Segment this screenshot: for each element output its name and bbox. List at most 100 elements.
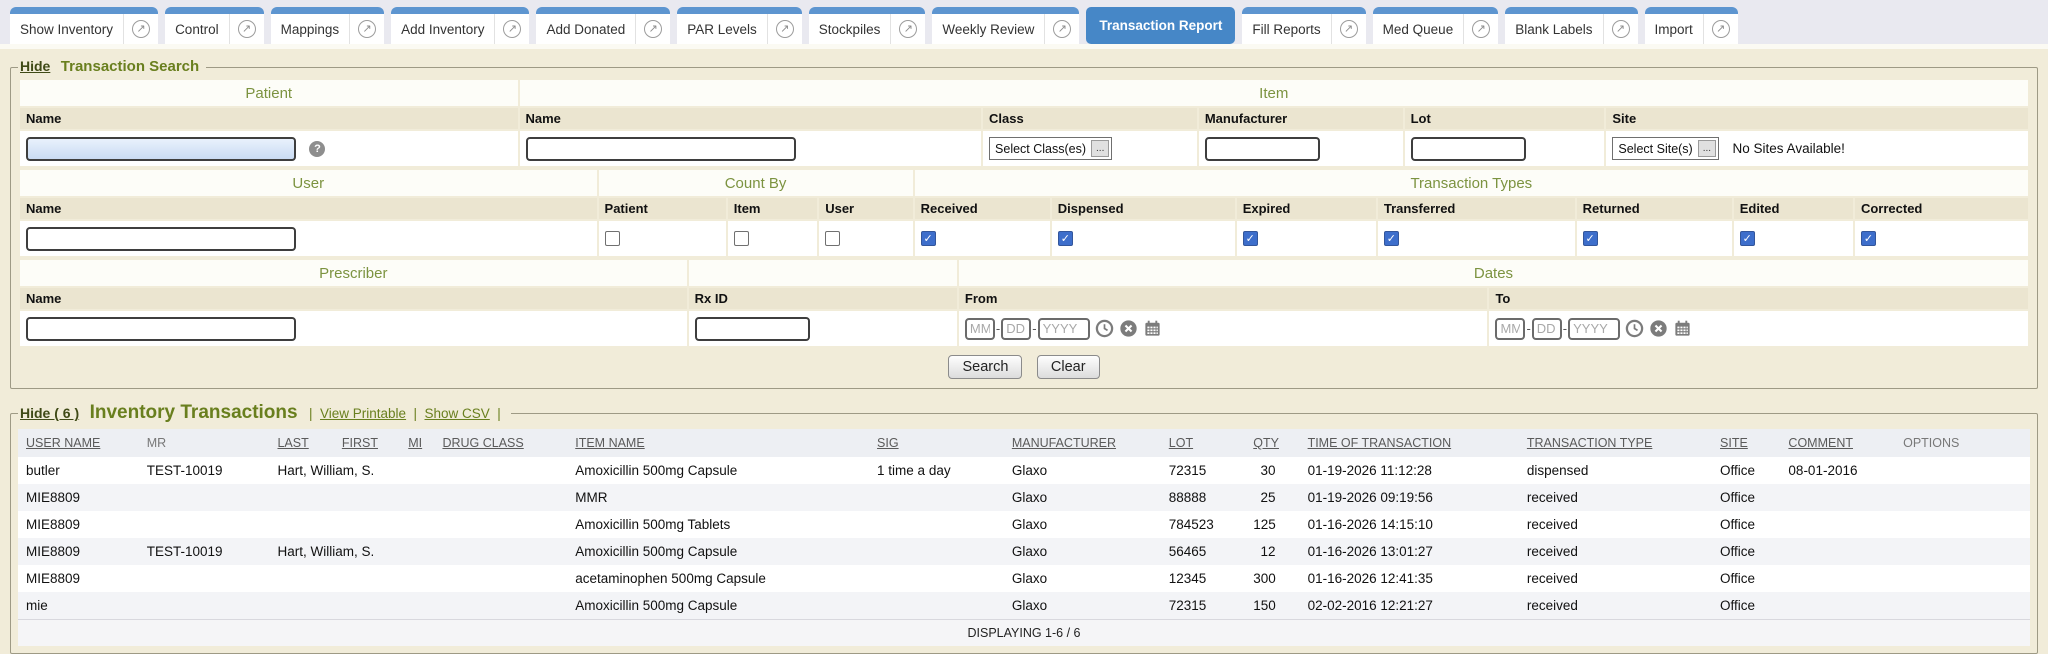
item-name-input[interactable] — [526, 137, 796, 161]
help-icon[interactable]: ? — [309, 141, 325, 157]
prescriber-name-input[interactable] — [26, 317, 296, 341]
open-in-new-window-button[interactable]: ↗ — [1044, 14, 1079, 44]
tab-add-inventory[interactable]: Add Inventory↗ — [391, 7, 529, 44]
type-dispensed-checkbox[interactable]: ✓ — [1058, 231, 1073, 246]
tab-weekly-review[interactable]: Weekly Review ↗ — [932, 7, 1079, 44]
column-header-mi[interactable]: MI — [400, 429, 434, 457]
count-by-item-checkbox[interactable] — [734, 231, 749, 246]
to-clear-date-icon[interactable] — [1649, 319, 1668, 338]
cell-time-of-transaction: 01-16-2026 14:15:10 — [1300, 511, 1519, 538]
open-in-new-window-button[interactable]: ↗ — [494, 14, 529, 44]
cell-time-of-transaction: 02-02-2016 12:21:27 — [1300, 592, 1519, 620]
rx-id-input[interactable] — [695, 317, 810, 341]
select-classes-browse-button[interactable]: ... — [1091, 140, 1109, 157]
cell-manufacturer: Glaxo — [1004, 511, 1161, 538]
count-by-user-checkbox[interactable] — [825, 231, 840, 246]
arrow-up-right-icon: ↗ — [1472, 20, 1490, 38]
cell-qty: 300 — [1245, 565, 1299, 592]
column-header-first[interactable]: FIRST — [334, 429, 400, 457]
from-month-input[interactable] — [965, 318, 995, 340]
from-calendar-icon[interactable] — [1143, 319, 1162, 338]
tab-stockpiles[interactable]: Stockpiles↗ — [809, 7, 926, 44]
patient-item-grid: Patient Item Name Name Class Manufacture… — [18, 78, 2030, 168]
open-in-new-window-button[interactable]: ↗ — [635, 14, 670, 44]
search-button[interactable]: Search — [948, 355, 1022, 379]
column-header-lot[interactable]: LOT — [1161, 429, 1246, 457]
column-header-sig[interactable]: SIG — [869, 429, 1004, 457]
column-header-site[interactable]: SITE — [1712, 429, 1780, 457]
cell-item-name: MMR — [567, 484, 869, 511]
tab-med-queue[interactable]: Med Queue↗ — [1373, 7, 1499, 44]
open-in-new-window-button[interactable]: ↗ — [1463, 14, 1498, 44]
type-expired-checkbox[interactable]: ✓ — [1243, 231, 1258, 246]
cell-manufacturer: Glaxo — [1004, 565, 1161, 592]
column-header-label: DRUG CLASS — [442, 436, 523, 450]
tab-label: Weekly Review — [932, 22, 1044, 37]
show-csv-link[interactable]: Show CSV — [425, 406, 490, 421]
lot-input[interactable] — [1411, 137, 1526, 161]
manufacturer-input[interactable] — [1205, 137, 1320, 161]
tab-body: Blank Labels↗ — [1505, 14, 1637, 44]
column-header-label: SITE — [1720, 436, 1748, 450]
select-sites-control[interactable]: Select Site(s) ... — [1612, 137, 1719, 160]
from-year-input[interactable] — [1038, 318, 1090, 340]
from-time-icon[interactable] — [1095, 319, 1114, 338]
type-transferred-checkbox[interactable]: ✓ — [1384, 231, 1399, 246]
tab-transaction-report[interactable]: Transaction Report — [1086, 7, 1235, 44]
from-day-input[interactable] — [1001, 318, 1031, 340]
view-printable-link[interactable]: View Printable — [320, 406, 406, 421]
select-sites-browse-button[interactable]: ... — [1698, 140, 1716, 157]
to-time-icon[interactable] — [1625, 319, 1644, 338]
open-in-new-window-button[interactable]: ↗ — [767, 14, 802, 44]
column-header-time-of-transaction[interactable]: TIME OF TRANSACTION — [1300, 429, 1519, 457]
column-header-transaction-type[interactable]: TRANSACTION TYPE — [1519, 429, 1712, 457]
tab-par-levels[interactable]: PAR Levels↗ — [677, 7, 802, 44]
clear-button[interactable]: Clear — [1037, 355, 1100, 379]
tab-fill-reports[interactable]: Fill Reports↗ — [1242, 7, 1365, 44]
date-separator: - — [996, 321, 1000, 336]
column-header-label: MI — [408, 436, 422, 450]
cell-options — [1895, 484, 2030, 511]
type-returned-checkbox[interactable]: ✓ — [1583, 231, 1598, 246]
open-in-new-window-button[interactable]: ↗ — [229, 14, 264, 44]
from-clear-date-icon[interactable] — [1119, 319, 1138, 338]
type-received-checkbox[interactable]: ✓ — [921, 231, 936, 246]
column-header-qty[interactable]: QTY — [1245, 429, 1299, 457]
to-year-input[interactable] — [1568, 318, 1620, 340]
arrow-up-right-icon: ↗ — [1053, 20, 1071, 38]
tab-add-donated[interactable]: Add Donated↗ — [536, 7, 670, 44]
patient-name-input[interactable] — [26, 137, 296, 161]
to-calendar-icon[interactable] — [1673, 319, 1692, 338]
site-label: Site — [1606, 108, 2028, 129]
type-edited-checkbox[interactable]: ✓ — [1740, 231, 1755, 246]
tab-top-bar — [271, 7, 385, 14]
select-classes-control[interactable]: Select Class(es) ... — [989, 137, 1112, 160]
open-in-new-window-button[interactable]: ↗ — [349, 14, 384, 44]
column-header-drug-class[interactable]: DRUG CLASS — [434, 429, 567, 457]
tab-control[interactable]: Control↗ — [165, 7, 264, 44]
type-corrected-checkbox[interactable]: ✓ — [1861, 231, 1876, 246]
count-by-patient-checkbox[interactable] — [605, 231, 620, 246]
hide-results-link[interactable]: Hide ( 6 ) — [20, 405, 79, 421]
user-name-input[interactable] — [26, 227, 296, 251]
column-header-last[interactable]: LAST — [269, 429, 333, 457]
cell-comment — [1780, 592, 1895, 620]
tab-import[interactable]: Import↗ — [1645, 7, 1738, 44]
tab-show-inventory[interactable]: Show Inventory↗ — [10, 7, 158, 44]
tab-blank-labels[interactable]: Blank Labels↗ — [1505, 7, 1637, 44]
tab-mappings[interactable]: Mappings↗ — [271, 7, 385, 44]
column-header-user-name[interactable]: USER NAME — [18, 429, 139, 457]
open-in-new-window-button[interactable]: ↗ — [1331, 14, 1366, 44]
to-month-input[interactable] — [1495, 318, 1525, 340]
open-in-new-window-button[interactable]: ↗ — [1703, 14, 1738, 44]
hide-search-link[interactable]: Hide — [20, 58, 50, 74]
open-in-new-window-button[interactable]: ↗ — [890, 14, 925, 44]
to-day-input[interactable] — [1532, 318, 1562, 340]
date-separator: - — [1526, 321, 1530, 336]
paging-status: DISPLAYING 1-6 / 6 — [18, 620, 2030, 647]
column-header-comment[interactable]: COMMENT — [1780, 429, 1895, 457]
open-in-new-window-button[interactable]: ↗ — [1603, 14, 1638, 44]
column-header-item-name[interactable]: ITEM NAME — [567, 429, 869, 457]
column-header-manufacturer[interactable]: MANUFACTURER — [1004, 429, 1161, 457]
open-in-new-window-button[interactable]: ↗ — [123, 14, 158, 44]
